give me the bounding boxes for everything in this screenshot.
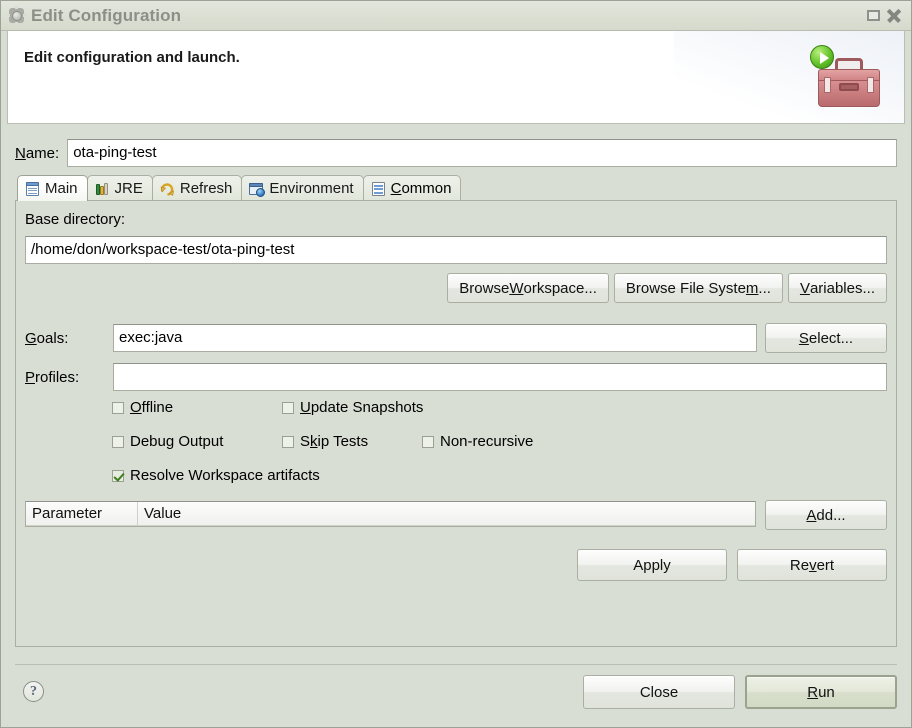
- refresh-icon: [160, 182, 175, 196]
- document-icon: [25, 181, 40, 196]
- goals-row: Goals: exec:java Select...: [25, 323, 887, 353]
- close-button[interactable]: Close: [583, 675, 735, 709]
- add-parameter-button[interactable]: Add...: [765, 500, 887, 530]
- gear-icon: [7, 6, 26, 25]
- apply-button[interactable]: Apply: [577, 549, 727, 581]
- edit-configuration-dialog: Edit Configuration Edit configuration an…: [0, 0, 912, 728]
- tab-label: Main: [45, 180, 78, 197]
- revert-button[interactable]: Re v ert: [737, 549, 887, 581]
- name-label: Name:: [15, 144, 60, 162]
- parameter-table[interactable]: Parameter Value: [25, 501, 756, 527]
- checkbox-label: Skip Tests: [300, 433, 369, 450]
- run-badge-icon: [810, 45, 834, 69]
- banner-message: Edit configuration and launch.: [24, 49, 240, 66]
- checkbox-box: [422, 435, 434, 448]
- variables-button[interactable]: Variables...: [787, 273, 887, 303]
- books-icon: [95, 182, 110, 196]
- checkbox-box: [112, 401, 124, 414]
- table-header-row: Parameter Value: [26, 502, 755, 526]
- checkbox-non-recursive[interactable]: Non-recursive: [422, 433, 533, 450]
- run-button[interactable]: Run: [745, 675, 897, 709]
- tab-label: JRE: [114, 180, 143, 197]
- base-directory-label-row: Base directory:: [25, 211, 125, 228]
- close-icon[interactable]: [887, 8, 901, 23]
- select-goals-button[interactable]: Select...: [765, 323, 887, 353]
- checkbox-label: Update Snapshots: [300, 399, 424, 416]
- checkbox-label: Non-recursive: [440, 433, 534, 450]
- dialog-banner: Edit configuration and launch.: [7, 31, 905, 124]
- checkbox-box: [282, 401, 294, 414]
- base-directory-label: Base directory:: [25, 211, 126, 228]
- tab-jre[interactable]: JRE: [86, 175, 153, 201]
- checkbox-debug-output[interactable]: Debug Output: [112, 433, 282, 450]
- tab-label: Common: [390, 180, 452, 197]
- dialog-action-buttons: Close Run: [583, 675, 897, 709]
- title-bar: Edit Configuration: [1, 1, 911, 31]
- tab-strip: Main JRE Refresh Environment Common: [15, 175, 897, 201]
- environment-icon: [249, 182, 266, 197]
- checkbox-offline[interactable]: Offline: [112, 399, 282, 416]
- goals-input[interactable]: exec:java: [113, 324, 757, 352]
- browse-file-system-button[interactable]: Browse File Syste m...: [613, 273, 783, 303]
- browse-workspace-button[interactable]: Browse Workspace...: [447, 273, 609, 303]
- checkbox-update-snapshots[interactable]: Update Snapshots: [282, 399, 423, 416]
- name-input[interactable]: ota-ping-test: [67, 139, 897, 167]
- tab-folder: Main JRE Refresh Environment Common Base…: [15, 175, 897, 647]
- checkbox-label: Debug Output: [130, 433, 224, 450]
- profiles-label: Profiles:: [25, 368, 80, 386]
- window-controls: [867, 8, 905, 23]
- checkbox-row-1: Offline Update Snapshots: [112, 399, 423, 416]
- name-row: Name: ota-ping-test: [15, 139, 897, 167]
- maximize-icon[interactable]: [867, 10, 880, 21]
- help-icon[interactable]: ?: [23, 681, 44, 702]
- bottom-separator: [15, 664, 897, 665]
- profiles-input[interactable]: [113, 363, 887, 391]
- checkbox-skip-tests[interactable]: Skip Tests: [282, 433, 422, 450]
- tab-main[interactable]: Main: [17, 175, 88, 201]
- list-icon: [371, 181, 386, 196]
- goals-label: Goals:: [25, 329, 69, 347]
- dialog-button-bar: ? Close Run: [15, 673, 897, 713]
- checkbox-row-2: Debug Output Skip Tests Non-recursive: [112, 433, 533, 450]
- window-title: Edit Configuration: [31, 5, 182, 25]
- tab-environment[interactable]: Environment: [241, 175, 364, 201]
- column-header-value[interactable]: Value: [138, 502, 755, 525]
- main-tab-page: Base directory: /home/don/workspace-test…: [15, 200, 897, 647]
- checkbox-label: Offline: [130, 399, 174, 416]
- tab-common[interactable]: Common: [362, 175, 462, 201]
- checkbox-resolve-workspace-artifacts[interactable]: Resolve Workspace artifacts: [112, 467, 320, 484]
- toolbox-with-run-icon: [810, 45, 880, 107]
- profiles-row: Profiles:: [25, 363, 887, 391]
- apply-revert-row: Apply Re v ert: [577, 549, 887, 581]
- tab-refresh[interactable]: Refresh: [151, 175, 243, 201]
- tab-label: Refresh: [179, 180, 233, 197]
- checkbox-box: [112, 469, 124, 482]
- checkbox-box: [112, 435, 124, 448]
- tab-label: Environment: [269, 180, 354, 197]
- base-directory-input[interactable]: /home/don/workspace-test/ota-ping-test: [25, 236, 887, 264]
- column-header-parameter[interactable]: Parameter: [26, 502, 138, 525]
- checkbox-row-3: Resolve Workspace artifacts: [112, 467, 320, 484]
- checkbox-box: [282, 435, 294, 448]
- checkbox-label: Resolve Workspace artifacts: [130, 467, 320, 484]
- dialog-body: Name: ota-ping-test Main JRE Refresh Env…: [7, 127, 905, 721]
- browse-buttons-row: Browse Workspace... Browse File Syste m..…: [447, 273, 887, 303]
